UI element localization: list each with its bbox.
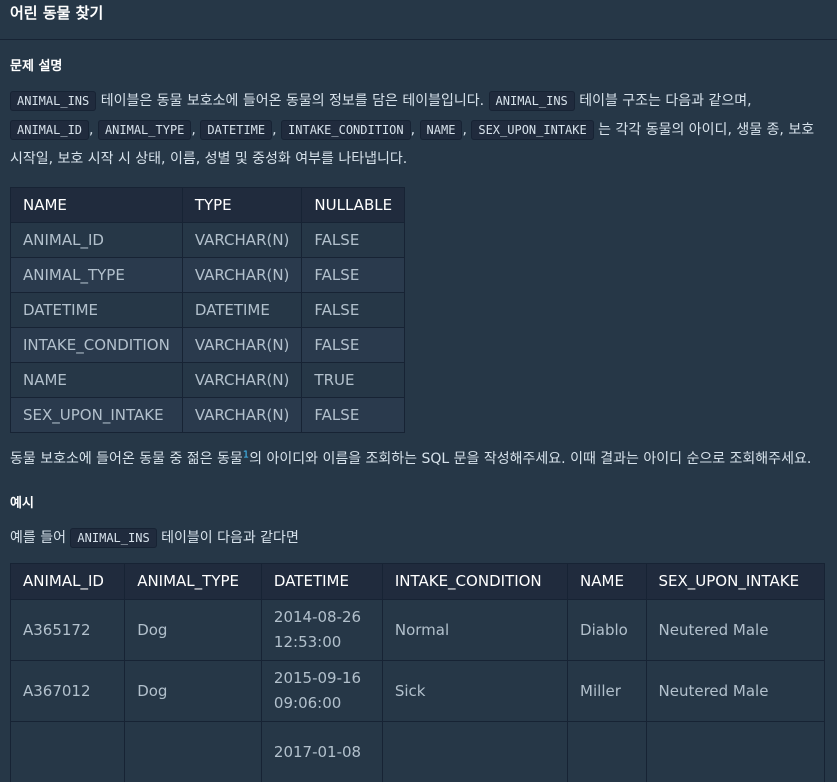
example-header-animal-type: ANIMAL_TYPE bbox=[124, 563, 262, 600]
schema-cell: SEX_UPON_INTAKE bbox=[10, 397, 183, 433]
schema-cell: INTAKE_CONDITION bbox=[10, 327, 183, 363]
example-cell: Dog bbox=[124, 599, 262, 661]
example-cell: Dog bbox=[124, 660, 262, 722]
page-title: 어린 동물 찾기 bbox=[10, 4, 104, 22]
schema-cell: FALSE bbox=[301, 397, 406, 433]
example-cell: Miller bbox=[567, 660, 647, 722]
column-code-animal-id: ANIMAL_ID bbox=[10, 120, 90, 140]
separator: , bbox=[462, 122, 472, 138]
example-cell bbox=[567, 721, 647, 782]
example-cell-datetime: 2015-09-16 09:06:00 bbox=[260, 660, 383, 722]
schema-header-row: NAME TYPE NULLABLE bbox=[10, 187, 406, 223]
description-paragraph: ANIMAL_INS 테이블은 동물 보호소에 들어온 동물의 정보를 담은 테… bbox=[10, 87, 827, 174]
example-cell bbox=[124, 721, 262, 782]
schema-cell: VARCHAR(N) bbox=[181, 257, 303, 293]
example-row: A367012 Dog 2015-09-16 09:06:00 Sick Mill… bbox=[9, 660, 825, 722]
example-header-datetime: DATETIME bbox=[260, 563, 383, 600]
schema-header-name: NAME bbox=[10, 187, 183, 223]
problem-page: 어린 동물 찾기 문제 설명 ANIMAL_INS 테이블은 동물 보호소에 들… bbox=[0, 0, 837, 782]
column-code-name: NAME bbox=[419, 120, 463, 140]
example-intro: 예를 들어 ANIMAL_INS 테이블이 다음과 같다면 bbox=[10, 524, 827, 553]
example-cell bbox=[9, 721, 126, 782]
example-header-animal-id: ANIMAL_ID bbox=[9, 563, 126, 600]
example-row: A365172 Dog 2014-08-26 12:53:00 Normal Di… bbox=[9, 599, 825, 661]
question-text: 동물 보호소에 들어온 동물 중 젊은 동물 bbox=[10, 451, 243, 467]
example-header-intake-condition: INTAKE_CONDITION bbox=[381, 563, 569, 600]
example-cell: Neutered Male bbox=[645, 599, 825, 661]
separator: , bbox=[410, 122, 420, 138]
column-code-animal-type: ANIMAL_TYPE bbox=[97, 120, 192, 140]
column-code-sex-upon-intake: SEX_UPON_INTAKE bbox=[471, 120, 594, 140]
schema-table: NAME TYPE NULLABLE ANIMAL_ID VARCHAR(N) … bbox=[10, 187, 406, 433]
example-cell-datetime: 2014-08-26 12:53:00 bbox=[260, 599, 383, 661]
example-heading: 예시 bbox=[10, 496, 34, 511]
schema-cell: FALSE bbox=[301, 292, 406, 328]
schema-cell: DATETIME bbox=[181, 292, 303, 328]
separator: , bbox=[272, 122, 282, 138]
time-text: 12:53:00 bbox=[273, 633, 342, 651]
description-heading: 문제 설명 bbox=[10, 59, 63, 74]
example-intro-text: 예를 들어 bbox=[10, 530, 71, 546]
separator: , bbox=[89, 122, 98, 138]
example-cell bbox=[381, 721, 569, 782]
separator: , bbox=[191, 122, 201, 138]
example-cell-datetime: 2017-01-08 bbox=[260, 721, 383, 782]
schema-cell: ANIMAL_TYPE bbox=[10, 257, 183, 293]
example-cell: A365172 bbox=[9, 599, 126, 661]
schema-cell: VARCHAR(N) bbox=[181, 397, 303, 433]
title-bar: 어린 동물 찾기 bbox=[0, 0, 837, 40]
schema-cell: ANIMAL_ID bbox=[10, 222, 183, 258]
question-text: 의 아이디와 이름을 조회하는 SQL 문을 작성해주세요. 이때 결과는 아이… bbox=[249, 451, 812, 467]
table-name-code: ANIMAL_INS bbox=[70, 528, 157, 548]
table-name-code: ANIMAL_INS bbox=[10, 91, 97, 111]
schema-row: ANIMAL_TYPE VARCHAR(N) FALSE bbox=[10, 257, 406, 293]
schema-cell: VARCHAR(N) bbox=[181, 362, 303, 398]
example-header-row: ANIMAL_ID ANIMAL_TYPE DATETIME INTAKE_CO… bbox=[9, 563, 825, 600]
example-intro-text: 테이블이 다음과 같다면 bbox=[156, 530, 299, 546]
description-text: 테이블 구조는 다음과 같으며, bbox=[574, 93, 752, 109]
table-name-code: ANIMAL_INS bbox=[488, 91, 575, 111]
example-header-name: NAME bbox=[567, 563, 647, 600]
example-cell: Sick bbox=[381, 660, 569, 722]
schema-cell: FALSE bbox=[301, 222, 406, 258]
example-cell: A367012 bbox=[9, 660, 126, 722]
column-code-intake-condition: INTAKE_CONDITION bbox=[281, 120, 411, 140]
schema-cell: TRUE bbox=[301, 362, 406, 398]
schema-header-nullable: NULLABLE bbox=[301, 187, 406, 223]
date-text: 2015-09-16 bbox=[273, 669, 362, 687]
example-table: ANIMAL_ID ANIMAL_TYPE DATETIME INTAKE_CO… bbox=[9, 563, 825, 782]
schema-cell: NAME bbox=[10, 362, 183, 398]
time-text: 09:06:00 bbox=[273, 694, 342, 712]
schema-row: NAME VARCHAR(N) TRUE bbox=[10, 362, 406, 398]
example-cell: Diablo bbox=[567, 599, 647, 661]
problem-content: 문제 설명 ANIMAL_INS 테이블은 동물 보호소에 들어온 동물의 정보… bbox=[0, 40, 837, 782]
date-text: 2017-01-08 bbox=[273, 742, 362, 761]
description-text: 테이블은 동물 보호소에 들어온 동물의 정보를 담은 테이블입니다. bbox=[96, 93, 489, 109]
example-cell: Neutered Male bbox=[645, 660, 825, 722]
schema-header-type: TYPE bbox=[181, 187, 303, 223]
schema-cell: FALSE bbox=[301, 257, 406, 293]
column-code-datetime: DATETIME bbox=[200, 120, 273, 140]
example-row: 2017-01-08 bbox=[9, 721, 825, 782]
schema-cell: FALSE bbox=[301, 327, 406, 363]
schema-cell: DATETIME bbox=[10, 292, 183, 328]
question-paragraph: 동물 보호소에 들어온 동물 중 젊은 동물1의 아이디와 이름을 조회하는 S… bbox=[10, 445, 827, 474]
schema-row: DATETIME DATETIME FALSE bbox=[10, 292, 406, 328]
schema-row: ANIMAL_ID VARCHAR(N) FALSE bbox=[10, 222, 406, 258]
schema-row: SEX_UPON_INTAKE VARCHAR(N) FALSE bbox=[10, 397, 406, 433]
example-header-sex-upon-intake: SEX_UPON_INTAKE bbox=[645, 563, 825, 600]
schema-cell: VARCHAR(N) bbox=[181, 222, 303, 258]
schema-row: INTAKE_CONDITION VARCHAR(N) FALSE bbox=[10, 327, 406, 363]
date-text: 2014-08-26 bbox=[273, 608, 362, 626]
schema-cell: VARCHAR(N) bbox=[181, 327, 303, 363]
example-cell: Normal bbox=[381, 599, 569, 661]
example-cell bbox=[645, 721, 825, 782]
